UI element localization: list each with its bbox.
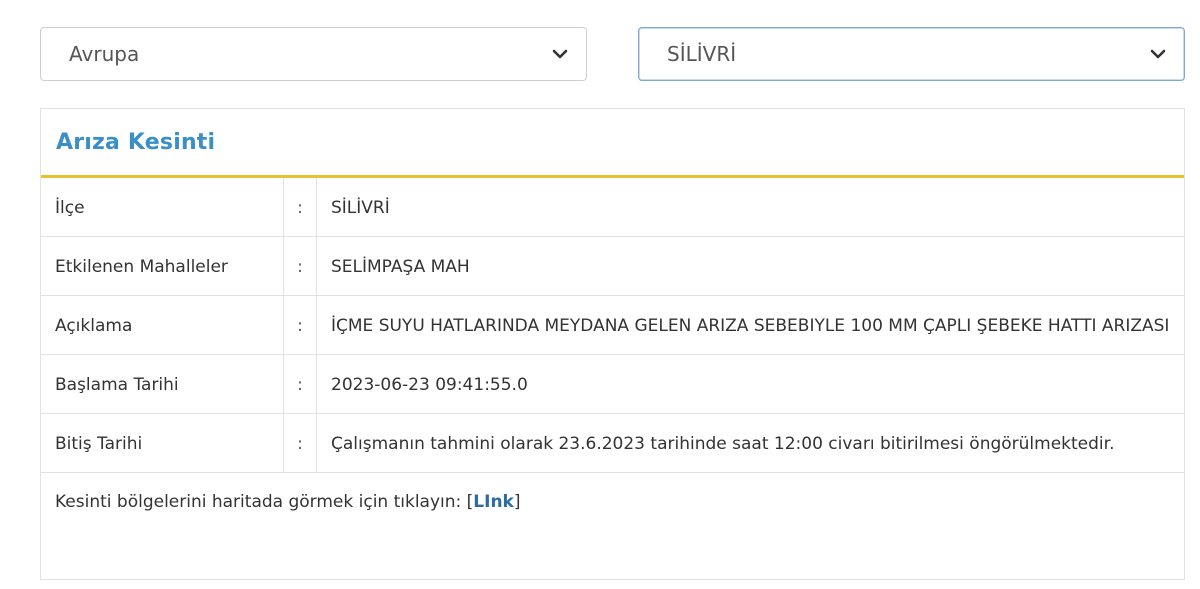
table-row-start-date: Başlama Tarihi : 2023-06-23 09:41:55.0 <box>41 354 1184 414</box>
panel-header: Arıza Kesinti <box>41 109 1184 178</box>
chevron-down-icon <box>1150 49 1166 59</box>
row-value: SİLİVRİ <box>316 178 1184 237</box>
row-separator: : <box>283 236 317 296</box>
row-label: Açıklama <box>41 295 284 355</box>
outage-details-table: İlçe : SİLİVRİ Etkilenen Mahalleler : SE… <box>41 178 1184 473</box>
row-separator: : <box>283 413 317 473</box>
region-select[interactable]: Avrupa <box>40 27 587 81</box>
row-value: Çalışmanın tahmini olarak 23.6.2023 tari… <box>316 413 1184 473</box>
map-link[interactable]: LInk <box>473 492 514 512</box>
row-value: SELİMPAŞA MAH <box>316 236 1184 296</box>
link-bracket-close: ] <box>513 492 521 512</box>
row-separator: : <box>283 354 317 414</box>
row-label: Bitiş Tarihi <box>41 413 284 473</box>
map-link-footer: Kesinti bölgelerini haritada görmek için… <box>41 473 1184 531</box>
row-value: İÇME SUYU HATLARINDA MEYDANA GELEN ARIZA… <box>316 295 1184 355</box>
row-label: Başlama Tarihi <box>41 354 284 414</box>
row-separator: : <box>283 295 317 355</box>
table-row-neighborhoods: Etkilenen Mahalleler : SELİMPAŞA MAH <box>41 236 1184 296</box>
row-label: İlçe <box>41 178 284 237</box>
footer-text: Kesinti bölgelerini haritada görmek için… <box>55 492 467 512</box>
row-label: Etkilenen Mahalleler <box>41 236 284 296</box>
panel-title: Arıza Kesinti <box>56 129 216 155</box>
chevron-down-icon <box>552 49 568 59</box>
filter-bar: Avrupa SİLİVRİ <box>40 27 1185 83</box>
table-row-description: Açıklama : İÇME SUYU HATLARINDA MEYDANA … <box>41 295 1184 355</box>
district-select-value: SİLİVRİ <box>667 42 737 66</box>
row-value: 2023-06-23 09:41:55.0 <box>316 354 1184 414</box>
outage-panel: Arıza Kesinti İlçe : SİLİVRİ Etkilenen M… <box>40 108 1185 580</box>
district-select[interactable]: SİLİVRİ <box>638 27 1185 81</box>
region-select-value: Avrupa <box>69 42 140 66</box>
table-row-district: İlçe : SİLİVRİ <box>41 178 1184 237</box>
table-row-end-date: Bitiş Tarihi : Çalışmanın tahmini olarak… <box>41 413 1184 473</box>
row-separator: : <box>283 178 317 237</box>
